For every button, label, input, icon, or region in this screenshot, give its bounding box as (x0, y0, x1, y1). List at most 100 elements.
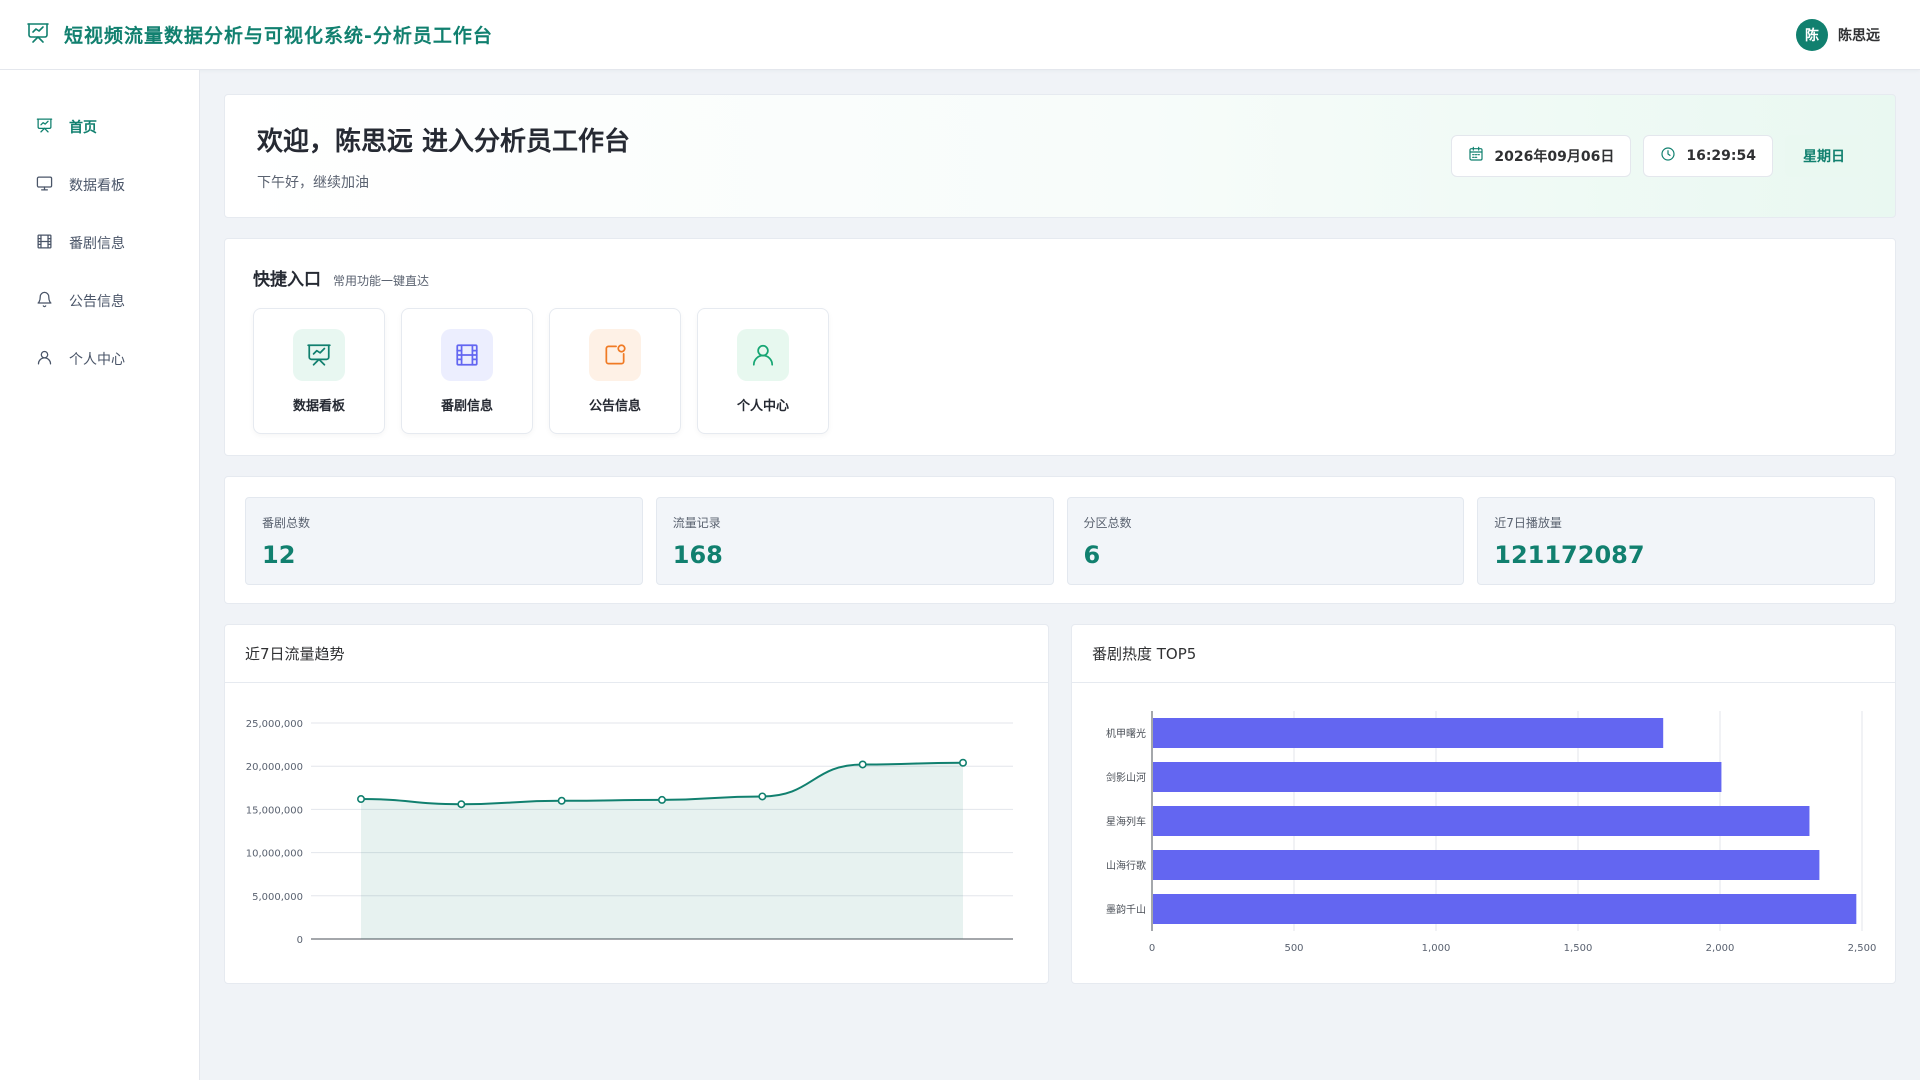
charts-row: 近7日流量趋势 0 5,000,000 10,000,000 15,000,000 20… (224, 624, 1896, 984)
stat-label: 流量记录 (672, 516, 721, 530)
y-tick-label: 25,000,000 (246, 719, 303, 730)
stat-card-series-total: 番剧总数 12 (245, 497, 643, 585)
sidebar: 首页 数据看板 番剧信息 公告信息 个人中心 (0, 70, 200, 1080)
y-category-label: 山海行歌 (1106, 859, 1146, 872)
y-tick-label: 20,000,000 (246, 762, 303, 773)
bell-icon (36, 291, 53, 312)
user-icon (36, 349, 53, 370)
welcome-title: 欢迎，陈思远 进入分析员工作台 (257, 126, 631, 157)
user-name[interactable]: 陈思远 (1838, 25, 1880, 45)
user-icon (737, 328, 789, 381)
weekday-text: 星期日 (1803, 149, 1845, 165)
bar (1153, 762, 1722, 792)
calendar-icon (1468, 146, 1484, 166)
film-grid-icon (36, 233, 53, 254)
time-text: 16:29:54 (1686, 148, 1756, 164)
trend-point (457, 800, 466, 809)
y-category-label: 墨韵千山 (1106, 903, 1146, 916)
bar (1153, 718, 1664, 748)
chart-title: 近7日流量趋势 (225, 625, 1048, 683)
top5-chart-card: 番剧热度 TOP5 0 500 1,000 1,500 2,000 2,500 机甲曙光剑影… (1071, 624, 1896, 984)
date-text: 2026年09月06日 (1494, 149, 1615, 165)
bar (1153, 894, 1857, 924)
brand[interactable]: 短视频流量数据分析与可视化系统-分析员工作台 (26, 21, 493, 49)
top5-chart[interactable]: 0 500 1,000 1,500 2,000 2,500 机甲曙光剑影山河星海列车山海行歌… (1072, 683, 1895, 983)
x-tick-label: 2,500 (1848, 943, 1877, 954)
quick-tile-profile[interactable]: 个人中心 (697, 308, 829, 434)
user-menu[interactable]: 陈 陈思远 (1796, 18, 1880, 51)
x-tick-label: 0 (1149, 943, 1155, 954)
stat-label: 近7日播放量 (1494, 516, 1562, 530)
clock-icon (1660, 146, 1676, 166)
quick-tile-series[interactable]: 番剧信息 (401, 308, 533, 434)
y-tick-label: 0 (297, 935, 303, 946)
trend-point (758, 792, 767, 801)
sidebar-item-label: 番剧信息 (69, 236, 125, 252)
x-tick-label: 1,500 (1564, 943, 1593, 954)
y-tick-label: 10,000,000 (246, 849, 303, 860)
bar (1153, 850, 1820, 880)
stat-value: 121172087 (1494, 541, 1645, 569)
y-category-label: 星海列车 (1106, 815, 1146, 828)
app-title: 短视频流量数据分析与可视化系统-分析员工作台 (64, 25, 493, 47)
sidebar-item-notice[interactable]: 公告信息 (0, 272, 199, 330)
y-category-label: 剑影山河 (1106, 771, 1146, 784)
bar (1153, 806, 1810, 836)
trend-area (361, 762, 963, 939)
sidebar-item-home[interactable]: 首页 (0, 98, 199, 156)
weekday-pill: 星期日 (1785, 135, 1863, 177)
stat-label: 番剧总数 (262, 516, 311, 530)
monitor-icon (36, 175, 53, 196)
tile-label: 个人中心 (736, 398, 789, 414)
welcome-subtitle: 下午好，继续加油 (257, 174, 369, 191)
sidebar-item-series[interactable]: 番剧信息 (0, 214, 199, 272)
x-tick-label: 1,000 (1422, 943, 1451, 954)
quick-tile-notice[interactable]: 公告信息 (549, 308, 681, 434)
tile-label: 番剧信息 (440, 398, 493, 414)
avatar[interactable]: 陈 (1796, 18, 1828, 51)
y-category-label: 机甲曙光 (1106, 727, 1146, 740)
tile-label: 公告信息 (588, 398, 641, 414)
x-tick-label: 500 (1284, 943, 1303, 954)
top-header: 短视频流量数据分析与可视化系统-分析员工作台 陈 陈思远 (0, 0, 1920, 70)
sidebar-item-label: 个人中心 (69, 352, 125, 368)
x-tick-label: 2,000 (1706, 943, 1735, 954)
sidebar-item-dashboard[interactable]: 数据看板 (0, 156, 199, 214)
film-grid-icon (441, 328, 493, 381)
trend-point (357, 795, 366, 804)
stats-panel: 番剧总数 12 流量记录 168 分区总数 6 近7日播放量 121172087 (224, 476, 1896, 604)
trend-chart[interactable]: 0 5,000,000 10,000,000 15,000,000 20,000,000… (225, 683, 1048, 983)
chart-title: 番剧热度 TOP5 (1072, 625, 1895, 683)
presentation-chart-icon (293, 328, 345, 381)
quick-entry-title: 快捷入口 (253, 270, 321, 290)
sidebar-item-profile[interactable]: 个人中心 (0, 330, 199, 388)
y-tick-label: 15,000,000 (246, 805, 303, 816)
date-pill: 2026年09月06日 (1451, 135, 1632, 177)
presentation-chart-icon (36, 117, 53, 138)
stat-value: 12 (262, 541, 296, 569)
stat-card-traffic-records: 流量记录 168 (655, 497, 1054, 585)
stat-card-7day-plays: 近7日播放量 121172087 (1477, 497, 1875, 585)
stat-value: 168 (672, 541, 723, 569)
sidebar-item-label: 公告信息 (69, 294, 125, 310)
trend-point (657, 795, 666, 804)
presentation-chart-icon (26, 21, 50, 49)
stat-value: 6 (1083, 541, 1101, 569)
trend-point (858, 760, 867, 769)
quick-tile-dashboard[interactable]: 数据看板 (253, 308, 385, 434)
quick-entry-subtitle: 常用功能一键直达 (333, 274, 430, 288)
tile-label: 数据看板 (292, 398, 345, 414)
sidebar-item-label: 首页 (69, 120, 97, 136)
notice-icon (589, 328, 641, 381)
y-tick-label: 5,000,000 (252, 892, 303, 903)
trend-chart-card: 近7日流量趋势 0 5,000,000 10,000,000 15,000,000 20… (224, 624, 1049, 984)
main-content: 欢迎，陈思远 进入分析员工作台 下午好，继续加油 2026年09月06日 16:… (224, 94, 1896, 984)
sidebar-item-label: 数据看板 (69, 178, 125, 194)
trend-point (958, 758, 967, 767)
datetime-pills: 2026年09月06日 16:29:54 星期日 (1451, 135, 1863, 177)
time-pill: 16:29:54 (1643, 135, 1773, 177)
stat-card-category-total: 分区总数 6 (1066, 497, 1465, 585)
stat-label: 分区总数 (1083, 516, 1132, 530)
trend-point (557, 796, 566, 805)
quick-entry-panel: 快捷入口 常用功能一键直达 数据看板 番剧信息 公告信息 个人中心 (224, 238, 1896, 456)
